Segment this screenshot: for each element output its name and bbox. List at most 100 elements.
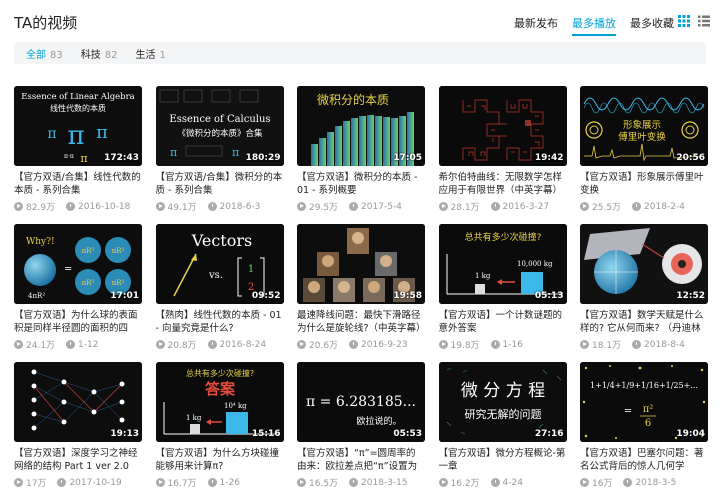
svg-text:1: 1: [247, 264, 253, 275]
svg-text:Essence of Linear Algebra: Essence of Linear Algebra: [21, 92, 135, 102]
grid-view-icon[interactable]: [678, 15, 690, 27]
play-count-icon: [438, 478, 448, 487]
video-card: Essence of Linear Algebra 线性代数的本质 π π π …: [14, 86, 142, 213]
publish-date: 2018-8-4: [644, 339, 685, 350]
video-meta: 16.7万 1-26: [155, 476, 284, 489]
video-meta: 49.1万 2018-6-3: [155, 200, 284, 213]
video-meta: 25.5万 2018-2-4: [580, 200, 708, 213]
video-title[interactable]: 最速降线问题：最快下滑路径为什么是旋轮线?（中英字幕）: [297, 309, 425, 335]
play-count-icon: [297, 202, 306, 211]
view-count: 17万: [26, 479, 47, 489]
sort-tab-most-played[interactable]: 最多播放: [572, 15, 616, 36]
video-title[interactable]: 【官方双语】数学天赋是什么样的? 它从何而来? （丹迪林双球）: [580, 309, 708, 335]
svg-text:6: 6: [645, 418, 651, 429]
sort-tab-latest[interactable]: 最新发布: [514, 15, 558, 36]
video-thumbnail[interactable]: 12:52: [580, 224, 708, 304]
video-meta: 20.6万 2016-9-23: [297, 338, 425, 351]
view-count: 28.1万: [450, 203, 480, 213]
video-title[interactable]: 【官方双语】为什么方块碰撞能够用来计算π?: [156, 447, 284, 473]
video-card: 形象展示 傅里叶变换 20:56 【官方双语】形象展示傅里叶变换 25.5万 2…: [580, 86, 708, 213]
filter-count: 82: [104, 49, 118, 61]
video-title[interactable]: 【官方双语/合集】微积分的本质 - 系列合集: [156, 171, 284, 197]
video-title[interactable]: 【官方双语】微积分的本质 - 01 - 系列概要: [297, 171, 425, 197]
play-count-icon: [580, 478, 589, 487]
video-thumbnail[interactable]: π = 6.283185... 欧拉说的。 05:53: [297, 362, 425, 442]
video-thumbnail[interactable]: 19:58: [297, 224, 425, 304]
publish-date: 2016-3-27: [502, 201, 550, 212]
page-title: TA的视频: [14, 14, 78, 32]
video-duration: 20:56: [676, 153, 705, 163]
video-thumbnail[interactable]: Essence of Linear Algebra 线性代数的本质 π π π …: [14, 86, 142, 166]
svg-text:微积分的本质: 微积分的本质: [317, 92, 389, 107]
video-title[interactable]: 【官方双语】巴塞尔问题：著名公式背后的惊人几何学: [580, 447, 708, 473]
video-thumbnail[interactable]: 1+1/4+1/9+1/16+1/25+... = π² 6 19:04: [580, 362, 708, 442]
play-count-icon: [580, 340, 589, 349]
svg-text:πR²: πR²: [82, 279, 95, 287]
list-view-icon[interactable]: [698, 15, 710, 27]
svg-text:πR²: πR²: [112, 279, 125, 287]
view-count: 16.2万: [450, 479, 480, 489]
svg-text:答案: 答案: [204, 380, 235, 398]
sort-tabs: 最新发布 最多播放 最多收藏: [514, 15, 674, 36]
publish-date: 2018-3-5: [635, 477, 677, 488]
view-count: 29.5万: [309, 203, 339, 213]
video-title[interactable]: 希尔伯特曲线：无限数学怎样应用于有限世界（中英字幕）: [439, 171, 567, 197]
video-duration: 19:13: [110, 429, 139, 439]
svg-text:π·π: π·π: [64, 153, 74, 160]
video-thumbnail[interactable]: Why?! 4πR² = πR² πR² πR² πR² 17:01: [14, 224, 142, 304]
clock-icon: [349, 340, 359, 349]
video-meta: 19.8万 1-16: [438, 338, 567, 351]
publish-date: 2016-9-23: [361, 339, 408, 350]
filter-life[interactable]: 生活 1: [135, 46, 165, 61]
svg-text:线性代数的本质: 线性代数的本质: [50, 103, 106, 113]
video-thumbnail[interactable]: 总共有多少次碰撞? 答案 1 kg 10⁴ kg 15:16: [155, 362, 284, 442]
video-card: 19:42 希尔伯特曲线：无限数学怎样应用于有限世界（中英字幕） 28.1万 2…: [438, 86, 567, 213]
video-thumbnail[interactable]: 19:42: [438, 86, 567, 166]
video-thumbnail[interactable]: 微积分的本质 17:05: [297, 86, 425, 166]
video-title[interactable]: 【官方双语】一个计数谜题的意外答案: [439, 309, 567, 335]
svg-text:1 kg: 1 kg: [186, 414, 202, 422]
svg-text:总共有多少次碰撞?: 总共有多少次碰撞?: [464, 231, 541, 243]
video-meta: 29.5万 2017-5-4: [297, 200, 425, 213]
video-duration: 05:13: [534, 291, 564, 301]
video-meta: 18.1万 2018-8-4: [580, 338, 708, 351]
video-card: π = 6.283185... 欧拉说的。 05:53 【官方双语】“π”=圆周…: [297, 362, 425, 489]
filter-count: 1: [159, 49, 166, 61]
video-thumbnail[interactable]: Essence of Calculus 《微积分的本质》合集 π π 180:2…: [155, 86, 284, 166]
video-title[interactable]: 【官方双语】形象展示傅里叶变换: [580, 171, 708, 197]
video-title[interactable]: 【官方双语】深度学习之神经网络的结构 Part 1 ver 2.0: [14, 447, 142, 473]
video-thumbnail[interactable]: 19:13: [14, 362, 142, 442]
video-meta: 20.8万 2016-8-24: [155, 338, 284, 351]
video-thumbnail[interactable]: 总共有多少次碰撞? 1 kg 10,000 kg 05:13: [438, 224, 567, 304]
video-title[interactable]: 【官方双语/合集】线性代数的本质 - 系列合集: [14, 171, 142, 197]
svg-text:10⁴ kg: 10⁴ kg: [224, 402, 247, 410]
svg-text:π = 6.283185...: π = 6.283185...: [306, 394, 416, 410]
video-thumbnail[interactable]: 微 分 方 程 研究无解的问题 27:16: [438, 362, 567, 442]
video-title[interactable]: 【熟肉】线性代数的本质 - 01 - 向量究竟是什么?: [156, 309, 284, 335]
svg-text:10,000 kg: 10,000 kg: [517, 260, 553, 268]
svg-text:πR²: πR²: [112, 247, 125, 255]
video-title[interactable]: 【官方双语】“π”=圆周率的由来：欧拉差点把“π”设置为6.283185...: [297, 447, 425, 473]
clock-icon: [632, 340, 642, 349]
view-count: 18.1万: [592, 341, 622, 351]
video-thumbnail[interactable]: Vectors vs. 1 2 09:52: [155, 224, 284, 304]
svg-text:πR²: πR²: [82, 247, 95, 255]
video-title[interactable]: 【官方双语】微分方程概论-第一章: [439, 447, 567, 473]
view-count: 49.1万: [167, 203, 197, 213]
video-thumbnail[interactable]: 形象展示 傅里叶变换 20:56: [580, 86, 708, 166]
video-title[interactable]: 【官方双语】为什么球的表面积是同样半径圆的面积的四倍?: [14, 309, 142, 335]
video-duration: 172:43: [104, 153, 139, 163]
filter-all[interactable]: 全部 83: [26, 46, 63, 61]
svg-text:1 kg: 1 kg: [475, 272, 491, 280]
video-duration: 19:04: [676, 429, 705, 439]
filter-tech[interactable]: 科技 82: [81, 46, 118, 61]
sort-tab-most-favorited[interactable]: 最多收藏: [630, 15, 674, 36]
category-filter-bar: 全部 83 科技 82 生活 1: [14, 42, 706, 64]
svg-text:《微积分的本质》合集: 《微积分的本质》合集: [177, 128, 263, 139]
svg-text:vs.: vs.: [208, 270, 223, 281]
svg-text:π: π: [80, 152, 87, 165]
play-count-icon: [155, 340, 165, 349]
clock-icon: [66, 340, 76, 349]
svg-text:π: π: [67, 121, 84, 151]
clock-icon: [490, 478, 500, 487]
